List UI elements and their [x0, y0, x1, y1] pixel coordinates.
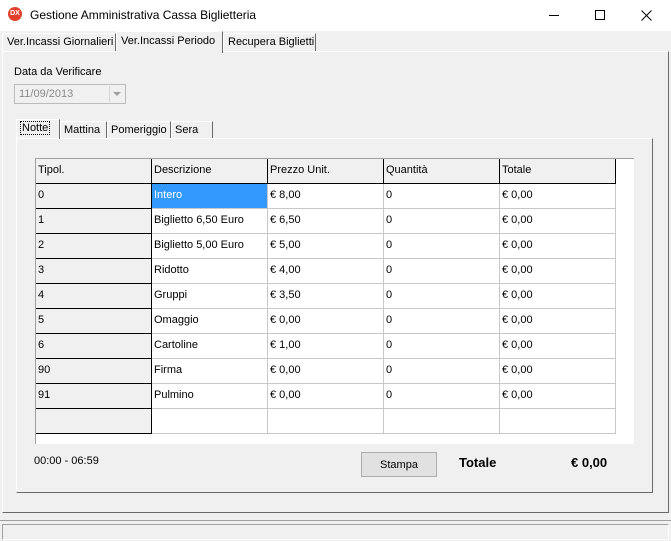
totale-cell[interactable]: € 0,00	[500, 359, 616, 384]
tipol-cell[interactable]: 3	[36, 259, 152, 284]
title-bar: DX Gestione Amministrativa Cassa Bigliet…	[0, 0, 671, 31]
date-label: Data da Verificare	[14, 66, 102, 78]
descrizione-cell[interactable]: Firma	[152, 359, 268, 384]
tipol-cell[interactable]: 4	[36, 284, 152, 309]
column-header-tipol[interactable]: Tipol.	[36, 159, 152, 184]
tab-notte-label: Notte	[20, 121, 51, 135]
prezzo-cell[interactable]: € 3,50	[268, 284, 384, 309]
quantita-cell[interactable]: 0	[384, 209, 500, 234]
table-row[interactable]: 0 Intero € 8,00 0 € 0,00	[36, 184, 616, 209]
descrizione-cell[interactable]	[152, 409, 268, 434]
table-row[interactable]: 91 Pulmino € 0,00 0 € 0,00	[36, 384, 616, 409]
tab-pomeriggio[interactable]: Pomeriggio	[107, 121, 171, 139]
quantita-cell[interactable]	[384, 409, 500, 434]
descrizione-cell[interactable]: Biglietto 6,50 Euro	[152, 209, 268, 234]
quantita-cell[interactable]: 0	[384, 234, 500, 259]
totale-cell[interactable]: € 0,00	[500, 259, 616, 284]
tab-recupera-biglietti[interactable]: Recupera Biglietti	[223, 33, 316, 52]
main-tab-strip: Ver.Incassi Giornalieri Ver.Incassi Peri…	[0, 31, 671, 53]
totale-cell[interactable]: € 0,00	[500, 384, 616, 409]
window-title: Gestione Amministrativa Cassa Biglietter…	[30, 8, 257, 22]
descrizione-cell[interactable]: Biglietto 5,00 Euro	[152, 234, 268, 259]
minimize-icon	[549, 14, 559, 16]
tipol-cell[interactable]: 90	[36, 359, 152, 384]
tab-ver-incassi-giornalieri[interactable]: Ver.Incassi Giornalieri	[2, 33, 116, 52]
table-row[interactable]: 6 Cartoline € 1,00 0 € 0,00	[36, 334, 616, 359]
prezzo-cell[interactable]: € 0,00	[268, 309, 384, 334]
total-value: € 0,00	[571, 455, 608, 470]
date-value: 11/09/2013	[19, 88, 74, 100]
column-header-totale[interactable]: Totale	[500, 159, 616, 184]
quantita-cell[interactable]: 0	[384, 384, 500, 409]
descrizione-cell[interactable]: Omaggio	[152, 309, 268, 334]
tipol-cell[interactable]	[36, 409, 152, 434]
table-row[interactable]: 5 Omaggio € 0,00 0 € 0,00	[36, 309, 616, 334]
totale-cell[interactable]: € 0,00	[500, 209, 616, 234]
table-row-empty[interactable]	[36, 409, 616, 434]
tab-sera[interactable]: Sera	[171, 121, 213, 139]
totale-cell[interactable]	[500, 409, 616, 434]
prezzo-cell[interactable]: € 0,00	[268, 359, 384, 384]
close-icon	[640, 9, 652, 21]
quantita-cell[interactable]: 0	[384, 334, 500, 359]
totale-cell[interactable]: € 0,00	[500, 184, 616, 209]
tab-mattina[interactable]: Mattina	[60, 121, 107, 139]
totale-cell[interactable]: € 0,00	[500, 309, 616, 334]
tipol-cell[interactable]: 0	[36, 184, 152, 209]
close-button[interactable]	[623, 0, 669, 30]
table-row[interactable]: 2 Biglietto 5,00 Euro € 5,00 0 € 0,00	[36, 234, 616, 259]
table-row[interactable]: 1 Biglietto 6,50 Euro € 6,50 0 € 0,00	[36, 209, 616, 234]
table-row[interactable]: 4 Gruppi € 3,50 0 € 0,00	[36, 284, 616, 309]
grid-header-row: Tipol. Descrizione Prezzo Unit. Quantità…	[36, 159, 634, 184]
tipol-cell[interactable]: 6	[36, 334, 152, 359]
quantita-cell[interactable]: 0	[384, 309, 500, 334]
tipol-cell[interactable]: 1	[36, 209, 152, 234]
date-combo[interactable]: 11/09/2013	[14, 84, 126, 104]
date-dropdown-button[interactable]	[109, 86, 124, 102]
prezzo-cell[interactable]: € 0,00	[268, 384, 384, 409]
status-panel	[2, 524, 669, 540]
quantita-cell[interactable]: 0	[384, 359, 500, 384]
prezzo-cell[interactable]: € 5,00	[268, 234, 384, 259]
status-bar	[0, 520, 671, 541]
time-range-label: 00:00 - 06:59	[34, 455, 99, 467]
tab-ver-incassi-periodo[interactable]: Ver.Incassi Periodo	[116, 31, 223, 53]
prezzo-cell[interactable]: € 8,00	[268, 184, 384, 209]
descrizione-cell[interactable]: Cartoline	[152, 334, 268, 359]
totale-cell[interactable]: € 0,00	[500, 334, 616, 359]
totale-cell[interactable]: € 0,00	[500, 234, 616, 259]
column-header-quantita[interactable]: Quantità	[384, 159, 500, 184]
prezzo-cell[interactable]: € 6,50	[268, 209, 384, 234]
table-row[interactable]: 90 Firma € 0,00 0 € 0,00	[36, 359, 616, 384]
minimize-button[interactable]	[531, 0, 577, 30]
descrizione-cell[interactable]: Ridotto	[152, 259, 268, 284]
quantita-cell[interactable]: 0	[384, 259, 500, 284]
column-header-prezzo[interactable]: Prezzo Unit.	[268, 159, 384, 184]
chevron-down-icon	[113, 92, 121, 96]
tipol-cell[interactable]: 91	[36, 384, 152, 409]
quantita-cell[interactable]: 0	[384, 184, 500, 209]
maximize-icon	[595, 10, 605, 20]
tipol-cell[interactable]: 5	[36, 309, 152, 334]
app-icon: DX	[8, 7, 22, 21]
print-button[interactable]: Stampa	[361, 452, 437, 477]
total-label: Totale	[459, 455, 497, 470]
tickets-grid[interactable]: Tipol. Descrizione Prezzo Unit. Quantità…	[35, 158, 634, 444]
column-header-descrizione[interactable]: Descrizione	[152, 159, 268, 184]
descrizione-cell[interactable]: Gruppi	[152, 284, 268, 309]
prezzo-cell[interactable]: € 4,00	[268, 259, 384, 284]
descrizione-cell[interactable]: Pulmino	[152, 384, 268, 409]
tab-notte[interactable]: Notte	[16, 119, 60, 139]
prezzo-cell[interactable]	[268, 409, 384, 434]
quantita-cell[interactable]: 0	[384, 284, 500, 309]
totale-cell[interactable]: € 0,00	[500, 284, 616, 309]
descrizione-cell[interactable]: Intero	[152, 184, 268, 209]
tipol-cell[interactable]: 2	[36, 234, 152, 259]
prezzo-cell[interactable]: € 1,00	[268, 334, 384, 359]
maximize-button[interactable]	[577, 0, 623, 30]
table-row[interactable]: 3 Ridotto € 4,00 0 € 0,00	[36, 259, 616, 284]
